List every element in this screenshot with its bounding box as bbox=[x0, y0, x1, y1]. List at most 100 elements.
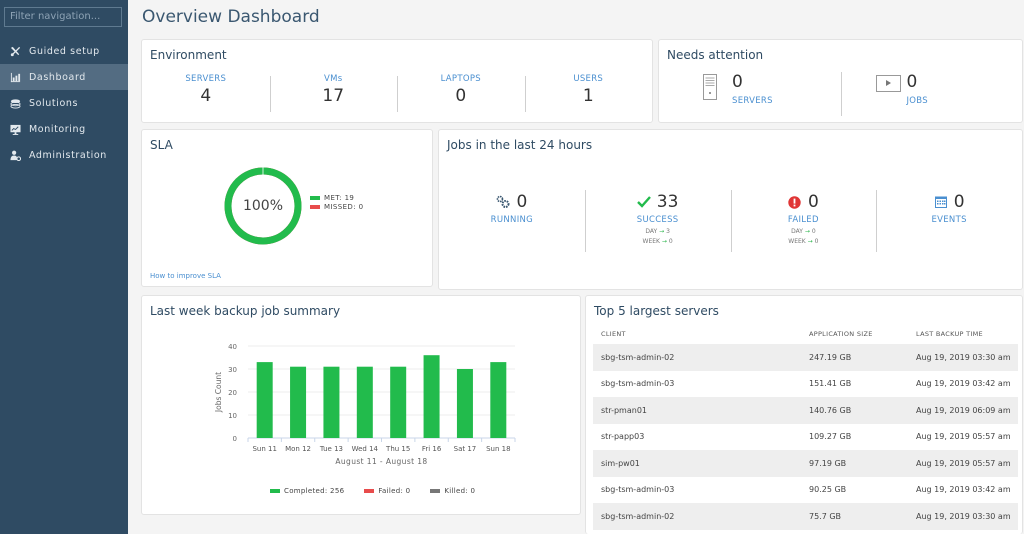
client-cell: sbg-tsm-admin-02 bbox=[593, 344, 801, 371]
table-row[interactable]: sbg-tsm-admin-03 151.41 GB Aug 19, 2019 03… bbox=[593, 371, 1018, 398]
job-stat-failed[interactable]: 0 FAILED DAY → 0 WEEK → 0 bbox=[730, 190, 877, 252]
bar-completed bbox=[390, 366, 407, 438]
legend-swatch bbox=[270, 489, 280, 493]
failed-day: DAY → 0 bbox=[731, 228, 877, 235]
env-stat-laptops[interactable]: LAPTOPS 0 bbox=[397, 74, 525, 112]
failed-label[interactable]: FAILED bbox=[731, 215, 877, 225]
y-tick-label: 20 bbox=[228, 389, 237, 397]
env-stat-servers[interactable]: SERVERS 4 bbox=[142, 74, 270, 112]
filter-navigation-input[interactable]: Filter navigation... bbox=[4, 7, 122, 27]
success-label[interactable]: SUCCESS bbox=[585, 215, 731, 225]
events-label[interactable]: EVENTS bbox=[876, 215, 1022, 225]
x-tick-label: Tue 13 bbox=[319, 445, 343, 453]
last-backup-cell: Aug 19, 2019 05:57 am bbox=[916, 432, 1011, 442]
bar-completed bbox=[356, 366, 373, 438]
sub-label: WEEK bbox=[642, 238, 660, 245]
calendar-icon bbox=[934, 195, 948, 209]
last-backup-cell: Aug 19, 2019 03:42 am bbox=[916, 379, 1011, 389]
last-backup-cell: Aug 19, 2019 03:42 am bbox=[916, 485, 1011, 495]
job-stat-running[interactable]: 0 RUNNING bbox=[439, 190, 585, 252]
environment-card: Environment SERVERS 4 VMs 17 LAPTOPS 0 U… bbox=[141, 39, 653, 123]
top-servers-card: Top 5 largest servers CLIENT APPLICATION… bbox=[585, 295, 1023, 534]
size-cell: 75.7 GB bbox=[801, 503, 908, 530]
legend-item[interactable]: Completed: 256 bbox=[270, 487, 344, 495]
needs-attention-card: Needs attention 0 SERVERS 0 JOBS bbox=[658, 39, 1023, 123]
column-header-client[interactable]: CLIENT bbox=[593, 324, 801, 344]
legend-value: 19 bbox=[344, 193, 355, 202]
y-tick-label: 0 bbox=[233, 435, 237, 443]
trend-arrow-icon: → bbox=[659, 228, 665, 235]
attention-jobs[interactable]: 0 JOBS bbox=[840, 70, 1023, 116]
sidebar-item-monitoring[interactable]: Monitoring bbox=[0, 116, 128, 142]
legend-item[interactable]: Failed: 0 bbox=[364, 487, 410, 495]
table-row[interactable]: sbg-tsm-admin-02 75.7 GB Aug 19, 2019 03:3… bbox=[593, 503, 1018, 530]
sla-legend: MET: 19 MISSED: 0 bbox=[310, 193, 363, 211]
attention-servers-label[interactable]: SERVERS bbox=[732, 96, 773, 106]
table-row[interactable]: sbg-tsm-admin-03 90.25 GB Aug 19, 2019 03:… bbox=[593, 477, 1018, 504]
sidebar-item-administration[interactable]: Administration bbox=[0, 142, 128, 168]
x-axis-title: August 11 - August 18 bbox=[335, 457, 427, 466]
stat-label[interactable]: VMs bbox=[270, 74, 398, 84]
table-row[interactable]: sim-pw01 97.19 GB Aug 19, 2019 05:57 am bbox=[593, 450, 1018, 477]
bar-completed bbox=[456, 369, 473, 438]
events-value: 0 bbox=[953, 192, 965, 212]
env-stat-vms[interactable]: VMs 17 bbox=[269, 74, 398, 112]
page-title: Overview Dashboard bbox=[142, 7, 320, 27]
sidebar-item-guided-setup[interactable]: Guided setup bbox=[0, 38, 128, 64]
x-tick-label: Fri 16 bbox=[422, 445, 442, 453]
sidebar-item-label: Monitoring bbox=[29, 123, 86, 135]
last-backup-cell: Aug 19, 2019 03:30 am bbox=[908, 344, 1018, 371]
card-title: SLA bbox=[150, 138, 173, 152]
servers-table: CLIENT APPLICATION SIZE LAST BACKUP TIME… bbox=[593, 324, 1018, 530]
y-tick-label: 10 bbox=[228, 412, 237, 420]
table-row[interactable]: str-papp03 109.27 GB Aug 19, 2019 05:57 am bbox=[593, 424, 1018, 451]
job-stat-success[interactable]: 33 SUCCESS DAY → 3 WEEK → 0 bbox=[584, 190, 731, 252]
size-cell: 90.25 GB bbox=[809, 485, 847, 495]
improve-sla-link[interactable]: How to improve SLA bbox=[150, 272, 221, 280]
jobs-card: Jobs in the last 24 hours 0 RUNNING 33 S… bbox=[438, 129, 1023, 290]
attention-jobs-label[interactable]: JOBS bbox=[907, 96, 928, 106]
env-stat-users[interactable]: USERS 1 bbox=[524, 74, 653, 112]
legend-missed: MISSED: 0 bbox=[310, 202, 363, 211]
sidebar-item-solutions[interactable]: Solutions bbox=[0, 90, 128, 116]
legend-item[interactable]: Killed: 0 bbox=[430, 487, 475, 495]
user-gear-icon bbox=[9, 149, 21, 161]
size-cell: 109.27 GB bbox=[809, 432, 852, 442]
table-row[interactable]: sbg-tsm-admin-02 247.19 GB Aug 19, 2019 03… bbox=[593, 344, 1018, 371]
client-cell: sbg-tsm-admin-03 bbox=[601, 485, 675, 495]
bar-completed bbox=[423, 355, 440, 438]
running-label[interactable]: RUNNING bbox=[439, 215, 585, 225]
stat-value: 0 bbox=[455, 86, 467, 106]
stat-label[interactable]: USERS bbox=[525, 74, 653, 84]
table-row[interactable]: str-pman01 140.76 GB Aug 19, 2019 06:09 am bbox=[593, 397, 1018, 424]
attention-jobs-value: 0 bbox=[906, 72, 918, 92]
x-tick-label: Sun 18 bbox=[486, 445, 510, 453]
legend-label: Completed: 256 bbox=[284, 487, 345, 495]
sidebar-item-dashboard[interactable]: Dashboard bbox=[0, 64, 128, 90]
x-tick-label: Thu 15 bbox=[385, 445, 410, 453]
legend-swatch bbox=[310, 204, 320, 209]
trend-arrow-icon: → bbox=[804, 228, 810, 235]
x-tick-label: Mon 12 bbox=[285, 445, 311, 453]
client-cell: sim-pw01 bbox=[593, 450, 801, 477]
bar-completed bbox=[290, 366, 307, 438]
job-stat-events[interactable]: 0 EVENTS bbox=[876, 190, 1022, 252]
column-header-last-backup[interactable]: LAST BACKUP TIME bbox=[908, 324, 1018, 344]
legend-swatch bbox=[430, 489, 441, 493]
client-cell: sbg-tsm-admin-02 bbox=[593, 503, 801, 530]
legend-label: MET: bbox=[324, 193, 342, 202]
play-icon bbox=[875, 75, 901, 97]
column-header-size[interactable]: APPLICATION SIZE bbox=[801, 324, 908, 344]
success-value: 33 bbox=[656, 192, 679, 212]
success-week: WEEK → 0 bbox=[585, 238, 731, 245]
client-cell: str-pman01 bbox=[593, 397, 801, 424]
sub-label: DAY bbox=[645, 228, 658, 235]
legend-label: Killed: 0 bbox=[444, 487, 476, 495]
success-day: DAY → 3 bbox=[585, 228, 731, 235]
bar-completed bbox=[490, 362, 507, 438]
stat-label[interactable]: SERVERS bbox=[142, 74, 270, 84]
stat-label[interactable]: LAPTOPS bbox=[397, 74, 525, 84]
y-tick-label: 40 bbox=[228, 343, 237, 351]
attention-servers[interactable]: 0 SERVERS bbox=[659, 70, 841, 116]
sla-percent: 100% bbox=[242, 198, 284, 214]
